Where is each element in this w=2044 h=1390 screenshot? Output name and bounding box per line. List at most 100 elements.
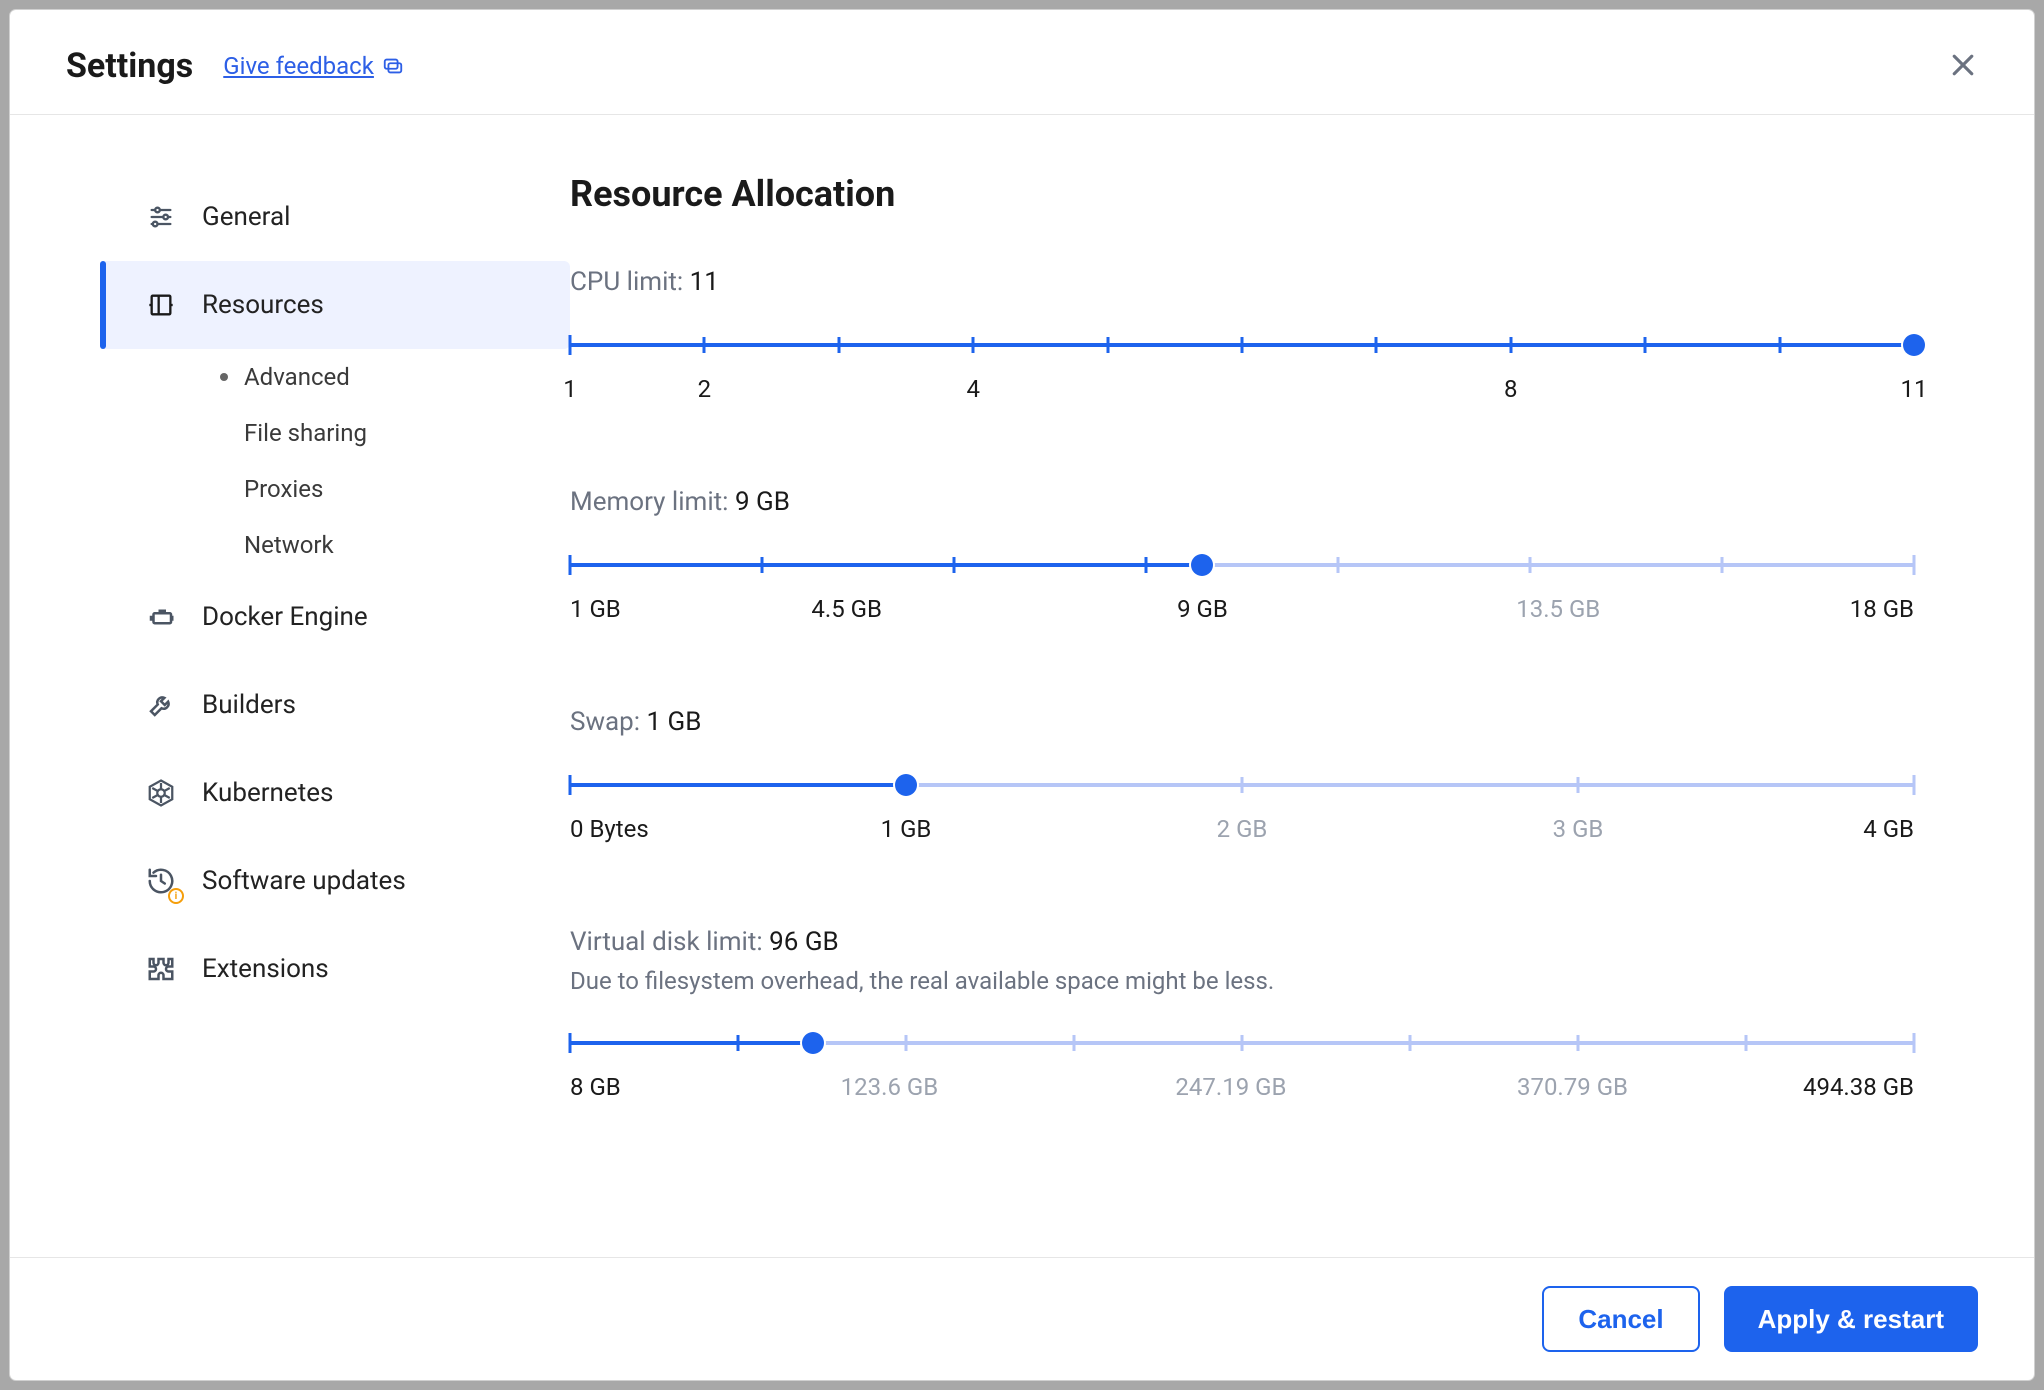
axis-label: 9 GB	[1177, 595, 1228, 623]
axis-label: 370.79 GB	[1517, 1073, 1628, 1101]
axis-label: 4.5 GB	[811, 595, 882, 623]
slider-tick	[737, 1035, 740, 1051]
slider-value: 11	[690, 267, 719, 297]
slider-tick	[1913, 555, 1916, 575]
header: Settings Give feedback	[10, 10, 2034, 115]
axis-label: 123.6 GB	[841, 1073, 939, 1101]
slider-tick	[569, 775, 572, 795]
sidebar-item-extensions[interactable]: Extensions	[100, 925, 570, 1013]
subnav-item-network[interactable]: Network	[100, 517, 570, 573]
slider-value: 96 GB	[769, 927, 839, 957]
sliders-icon	[144, 200, 178, 234]
slider-tick	[1721, 557, 1724, 573]
sidebar-item-builders[interactable]: Builders	[100, 661, 570, 749]
slider-tick	[1145, 557, 1148, 573]
apply-restart-button[interactable]: Apply & restart	[1724, 1286, 1978, 1352]
slider-tick	[1577, 1035, 1580, 1051]
slider-thumb[interactable]	[1191, 554, 1213, 576]
sidebar-item-software-updates[interactable]: i Software updates	[100, 837, 570, 925]
slider-cpu[interactable]	[570, 335, 1914, 355]
sidebar-item-label: Builders	[202, 690, 296, 720]
sidebar-item-label: Kubernetes	[202, 778, 333, 808]
slider-tick	[1337, 557, 1340, 573]
cancel-button[interactable]: Cancel	[1542, 1286, 1699, 1352]
subnav-item-advanced[interactable]: Advanced	[100, 349, 570, 405]
bullet-icon	[220, 373, 228, 381]
sidebar-item-kubernetes[interactable]: Kubernetes	[100, 749, 570, 837]
slider-axis-disk: 8 GB123.6 GB247.19 GB370.79 GB494.38 GB	[570, 1073, 1914, 1101]
slider-thumb[interactable]	[895, 774, 917, 796]
slider-tick	[1241, 337, 1244, 353]
slider-value: 1 GB	[646, 707, 701, 737]
slider-tick	[1106, 337, 1109, 353]
slider-tick	[1577, 777, 1580, 793]
subnav-item-proxies[interactable]: Proxies	[100, 461, 570, 517]
slider-axis-swap: 0 Bytes1 GB2 GB3 GB4 GB	[570, 815, 1914, 843]
axis-label: 2	[698, 375, 712, 403]
slider-thumb[interactable]	[1903, 334, 1925, 356]
slider-label-row: CPU limit: 11	[570, 267, 1914, 297]
resources-subnav: Advanced File sharing Proxies Network	[100, 349, 570, 573]
axis-label: 247.19 GB	[1175, 1073, 1286, 1101]
puzzle-icon	[144, 952, 178, 986]
nav-list: General Resources	[100, 173, 570, 1013]
slider-tick	[569, 1033, 572, 1053]
helm-icon	[144, 776, 178, 810]
slider-tick	[905, 1035, 908, 1051]
feedback-label: Give feedback	[223, 52, 374, 80]
slider-hint: Due to filesystem overhead, the real ava…	[570, 967, 1914, 995]
axis-label: 494.38 GB	[1803, 1073, 1914, 1101]
slider-tick	[1241, 1035, 1244, 1051]
slider-tick	[1745, 1035, 1748, 1051]
columns-icon	[144, 288, 178, 322]
wrench-icon	[144, 688, 178, 722]
axis-label: 13.5 GB	[1516, 595, 1600, 623]
slider-thumb[interactable]	[802, 1032, 824, 1054]
axis-label: 0 Bytes	[570, 815, 649, 843]
axis-label: 18 GB	[1850, 595, 1914, 623]
slider-memory[interactable]	[570, 555, 1914, 575]
slider-axis-cpu: 124811	[570, 375, 1914, 403]
axis-label: 11	[1901, 375, 1928, 403]
subnav-item-label: Advanced	[244, 363, 350, 391]
axis-label: 8	[1504, 375, 1518, 403]
slider-section-swap: Swap: 1 GB 0 Bytes1 GB2 GB3 GB4 GB	[570, 707, 1914, 843]
slider-label: Virtual disk limit:	[570, 927, 763, 957]
slider-section-memory: Memory limit: 9 GB 1 GB 4.5 GB 9 GB 13.5 GB…	[570, 487, 1914, 623]
slider-tick	[569, 555, 572, 575]
sidebar-item-label: Docker Engine	[202, 602, 368, 632]
slider-tick	[1375, 337, 1378, 353]
sidebar-item-general[interactable]: General	[100, 173, 570, 261]
slider-tick	[1913, 1033, 1916, 1053]
slider-tick	[972, 337, 975, 353]
sidebar-item-label: Extensions	[202, 954, 329, 984]
give-feedback-link[interactable]: Give feedback	[223, 52, 404, 80]
page-title: Settings	[66, 46, 193, 86]
slider-tick	[761, 557, 764, 573]
axis-label: 1 GB	[881, 815, 932, 843]
slider-value: 9 GB	[735, 487, 790, 517]
slider-section-cpu: CPU limit: 11 124811	[570, 267, 1914, 403]
clock-icon: i	[144, 864, 178, 898]
subnav-item-label: Proxies	[244, 475, 323, 503]
slider-section-disk: Virtual disk limit: 96 GB Due to filesys…	[570, 927, 1914, 1101]
subnav-item-label: Network	[244, 531, 334, 559]
footer: Cancel Apply & restart	[10, 1257, 2034, 1380]
slider-tick	[1644, 337, 1647, 353]
slider-tick	[1509, 337, 1512, 353]
sidebar-item-label: Resources	[202, 290, 324, 320]
slider-disk[interactable]	[570, 1033, 1914, 1053]
slider-tick	[1073, 1035, 1076, 1051]
sidebar-item-resources[interactable]: Resources	[100, 261, 570, 349]
slider-tick	[1529, 557, 1532, 573]
subnav-item-file-sharing[interactable]: File sharing	[100, 405, 570, 461]
engine-icon	[144, 600, 178, 634]
slider-tick	[1778, 337, 1781, 353]
close-button[interactable]	[1948, 50, 1978, 84]
axis-label: 1 GB	[570, 595, 621, 623]
sidebar-item-docker-engine[interactable]: Docker Engine	[100, 573, 570, 661]
slider-swap[interactable]	[570, 775, 1914, 795]
slider-tick	[837, 337, 840, 353]
feedback-icon	[382, 55, 404, 77]
slider-label: Memory limit:	[570, 487, 728, 517]
